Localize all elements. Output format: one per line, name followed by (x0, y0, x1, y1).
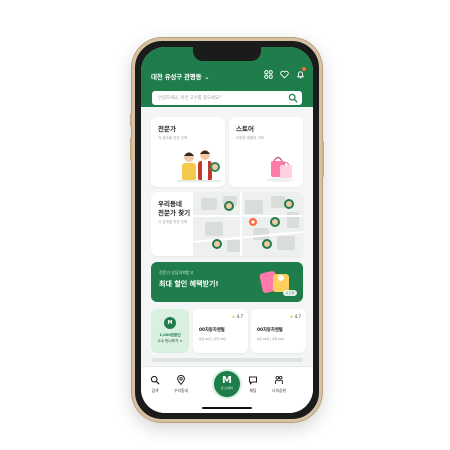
promo-discount-text: 1,000원할인 (159, 333, 181, 337)
nav-label-home: 망고니메리 (221, 387, 233, 390)
expert-card-title: 전문가 (158, 125, 176, 133)
promo-banner[interactable]: 전문가 상담의뢰받고 최대 할인 혜택받기! 1 / 5 (151, 262, 303, 302)
local-card-subtitle: 각 분야별 전문 인력 (158, 220, 188, 224)
bottom-navigation: 검색 우리동네 M 망고니메리 채팅 나의상위 (141, 366, 313, 413)
star-icon: ★ (231, 314, 236, 319)
experts-illustration (177, 150, 221, 182)
map-pin-icon (177, 375, 185, 385)
store-card-subtitle: 다양한 제품의 가득 (236, 136, 264, 140)
side-button-left (130, 113, 132, 127)
banner-small-text: 전문가 상담의뢰받고 (159, 270, 194, 275)
expert-info: 상담 00건 | 경력 00년 (199, 337, 227, 341)
brand-logo-icon: M (164, 317, 176, 329)
store-card-title: 스토어 (236, 125, 254, 133)
star-icon: ★ (289, 314, 294, 319)
discount-promo-card[interactable]: M 1,000원할인 고수 만나보기 > (151, 309, 189, 353)
profile-icon (275, 375, 283, 384)
local-card-title-line2: 전문가 찾기 (158, 209, 191, 217)
search-icon[interactable] (288, 93, 298, 103)
expert-rating-value: 4.7 (294, 314, 301, 319)
expert-list-card[interactable]: ★ 4.7 00자동차렌털 상담 00건 | 경력 00년 (193, 309, 248, 353)
home-indicator (202, 406, 252, 409)
phone-frame: 대전 유성구 관평동 ⌄ 안녕하세요, 어떤 고수를 찾으세요? 전문가 각 분… (130, 38, 324, 422)
nav-item-home-logo[interactable]: M 망고니메리 (212, 369, 242, 399)
local-experts-card[interactable]: 우리동네 전문가 찾기 각 분야별 전문 인력 (151, 192, 303, 256)
nav-label-neighborhood: 우리동네 (174, 388, 188, 393)
expert-info: 상담 00건 | 경력 00년 (257, 337, 285, 341)
nav-item-chat[interactable]: 채팅 (241, 375, 265, 394)
promo-link-text[interactable]: 고수 만나보기 > (151, 339, 189, 344)
location-label: 대전 유성구 관평동 (151, 73, 202, 81)
banner-page-indicator: 1 / 5 (282, 290, 297, 296)
local-card-title-line1: 우리동네 (158, 200, 182, 208)
expert-card-subtitle: 각 분야별 전문 인력 (158, 136, 188, 140)
search-icon (150, 375, 160, 385)
shopping-bags-illustration (266, 156, 294, 182)
side-button-left-2 (130, 137, 132, 161)
nav-item-my[interactable]: 나의상위 (267, 375, 291, 394)
notch (193, 47, 261, 61)
search-input[interactable]: 안녕하세요, 어떤 고수를 찾으세요? (151, 90, 303, 106)
nav-label-my: 나의상위 (272, 388, 286, 393)
expert-rating: ★ 4.7 (290, 314, 301, 319)
side-button-right (322, 141, 324, 177)
banner-big-text: 최대 할인 혜택받기! (159, 280, 219, 288)
location-selector[interactable]: 대전 유성구 관평동 ⌄ (151, 71, 209, 81)
nav-item-search[interactable]: 검색 (143, 375, 167, 394)
expert-rating-value: 4.7 (236, 314, 243, 319)
nav-label-chat: 채팅 (249, 388, 257, 393)
heart-icon[interactable] (279, 69, 289, 79)
nav-item-neighborhood[interactable]: 우리동네 (169, 375, 193, 394)
scroll-divider (151, 358, 303, 362)
store-card[interactable]: 스토어 다양한 제품의 가득 (229, 117, 303, 187)
expert-list-card[interactable]: ★ 4.7 00자동차렌털 상담 00건 | 경력 00년 (251, 309, 306, 353)
chat-icon (249, 376, 257, 385)
expert-name: 00자동차렌털 (257, 328, 283, 333)
nav-label-search: 검색 (151, 388, 159, 393)
app-screen: 대전 유성구 관평동 ⌄ 안녕하세요, 어떤 고수를 찾으세요? 전문가 각 분… (141, 47, 313, 413)
chevron-down-icon: ⌄ (204, 74, 210, 81)
expert-name: 00자동차렌털 (199, 328, 225, 333)
expert-rating: ★ 4.7 (232, 314, 243, 319)
map-illustration (193, 192, 303, 256)
search-placeholder: 안녕하세요, 어떤 고수를 찾으세요? (158, 95, 222, 101)
grid-icon[interactable] (263, 69, 273, 79)
expert-card[interactable]: 전문가 각 분야별 전문 인력 (151, 117, 225, 187)
notification-dot (302, 67, 306, 71)
